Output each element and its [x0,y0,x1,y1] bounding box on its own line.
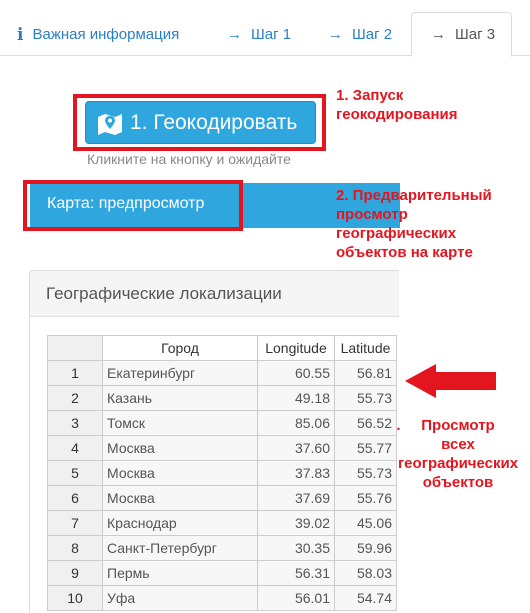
geocode-button-label: 1. Геокодировать [130,110,298,134]
table-row[interactable]: 3 Томск 85.06 56.52 [47,410,397,436]
longitude-cell: 85.06 [257,410,335,436]
geocode-hint: Кликните на кнопку и ожидайте [87,151,291,167]
longitude-cell: 56.01 [257,585,335,611]
red-arrow-icon [405,364,496,398]
tab-label: Шаг 2 [352,26,393,43]
column-header-city[interactable]: Город [102,335,258,361]
city-cell: Казань [102,385,258,411]
table-row[interactable]: 7 Краснодар 39.02 45.06 [47,510,397,536]
row-index: 8 [47,535,103,561]
row-index: 7 [47,510,103,536]
tab-label: Шаг 1 [251,26,292,43]
column-header-latitude[interactable]: Latitude [334,335,397,361]
city-cell: Уфа [102,585,258,611]
table-row[interactable]: 6 Москва 37.69 55.76 [47,485,397,511]
row-index: 4 [47,435,103,461]
tab-label: Важная информация [32,26,180,43]
table-row[interactable]: 9 Пермь 56.31 58.03 [47,560,397,586]
annotation-3-text: Просмотр всех географических объектов [397,417,519,491]
latitude-cell: 58.03 [334,560,397,586]
column-header-longitude[interactable]: Longitude [257,335,335,361]
table-row[interactable]: 8 Санкт-Петербург 30.35 59.96 [47,535,397,561]
table-row[interactable]: 5 Москва 37.83 55.73 [47,460,397,486]
table-row[interactable]: 4 Москва 37.60 55.77 [47,435,397,461]
city-cell: Санкт-Петербург [102,535,258,561]
info-icon: i [17,24,24,45]
city-cell: Москва [102,485,258,511]
table-row[interactable]: 10 Уфа 56.01 54.74 [47,585,397,611]
latitude-cell: 55.76 [334,485,397,511]
city-cell: Екатеринбург [102,360,258,386]
table-header-row: Город Longitude Latitude [47,335,397,361]
latitude-cell: 59.96 [334,535,397,561]
geo-table: Город Longitude Latitude 1 Екатеринбург 60… [47,335,397,611]
longitude-cell: 30.35 [257,535,335,561]
arrow-right-icon: → [431,26,446,43]
arrow-right-icon: → [227,26,242,43]
row-index: 2 [47,385,103,411]
map-marker-icon [98,113,122,135]
panel-title: Географические локализации [30,271,399,317]
latitude-cell: 55.73 [334,460,397,486]
tab-step-2[interactable]: → Шаг 2 [328,13,392,56]
tab-label: Шаг 3 [455,26,496,43]
longitude-cell: 60.55 [257,360,335,386]
arrow-right-icon: → [328,26,343,43]
row-index: 6 [47,485,103,511]
city-cell: Москва [102,435,258,461]
geocode-button[interactable]: 1. Геокодировать [85,101,316,144]
geo-localizations-panel: Географические локализации Город Longitu… [29,270,399,613]
longitude-cell: 37.83 [257,460,335,486]
latitude-cell: 56.81 [334,360,397,386]
latitude-cell: 56.52 [334,410,397,436]
row-index: 10 [47,585,103,611]
tab-step-3[interactable]: → Шаг 3 [411,12,512,57]
row-index: 9 [47,560,103,586]
map-preview-highlight-frame [23,180,243,231]
latitude-cell: 45.06 [334,510,397,536]
city-cell: Краснодар [102,510,258,536]
latitude-cell: 55.73 [334,385,397,411]
step-tabs: i Важная информация → Шаг 1 → Шаг 2 → Ша… [0,0,530,57]
latitude-cell: 54.74 [334,585,397,611]
row-index: 1 [47,360,103,386]
tab-step-1[interactable]: → Шаг 1 [227,13,291,56]
city-cell: Москва [102,460,258,486]
city-cell: Томск [102,410,258,436]
longitude-cell: 37.60 [257,435,335,461]
row-index: 3 [47,410,103,436]
latitude-cell: 55.77 [334,435,397,461]
table-row[interactable]: 2 Казань 49.18 55.73 [47,385,397,411]
longitude-cell: 56.31 [257,560,335,586]
annotation-2: 2. Предварительный просмотр географическ… [336,187,492,261]
longitude-cell: 39.02 [257,510,335,536]
longitude-cell: 49.18 [257,385,335,411]
table-row[interactable]: 1 Екатеринбург 60.55 56.81 [47,360,397,386]
city-cell: Пермь [102,560,258,586]
tab-important-info[interactable]: i Важная информация [17,13,179,56]
longitude-cell: 37.69 [257,485,335,511]
annotation-1: 1. Запуск геокодирования [336,87,458,123]
column-header-index[interactable] [47,335,103,361]
row-index: 5 [47,460,103,486]
